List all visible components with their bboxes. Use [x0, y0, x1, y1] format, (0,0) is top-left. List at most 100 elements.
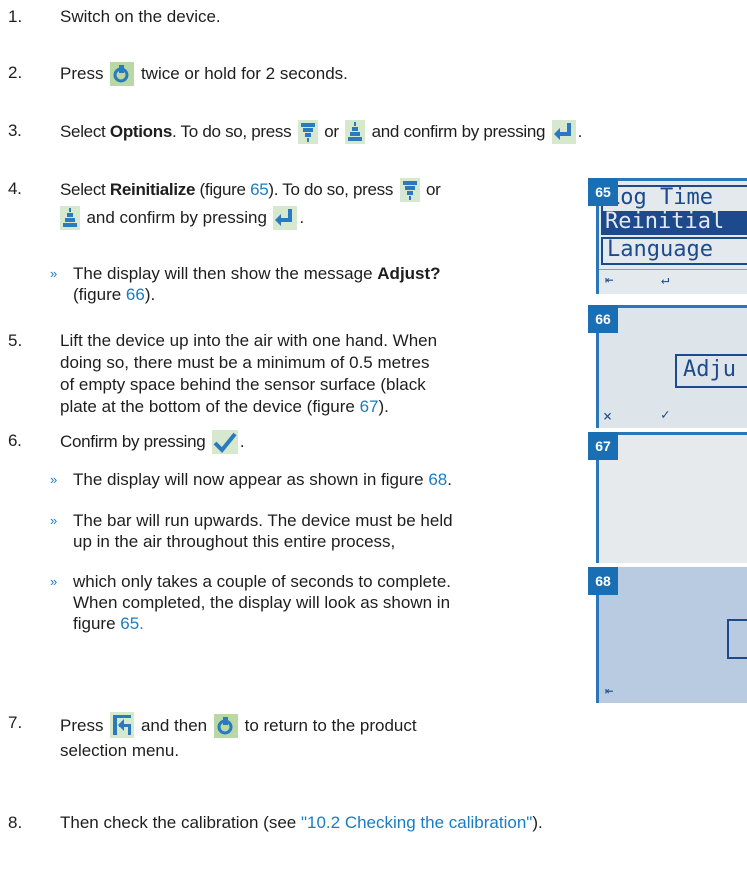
- step-number: 5.: [8, 331, 23, 350]
- back-icon: ⇤: [605, 683, 614, 699]
- figure-link[interactable]: 66: [126, 285, 145, 304]
- figure-link[interactable]: 65: [250, 180, 269, 199]
- bullet-text: which only takes a couple of seconds to …: [73, 572, 451, 591]
- step-number: 7.: [8, 713, 23, 732]
- step-text-line: Then check the calibration (see "10.2 Ch…: [60, 812, 543, 833]
- step-text: (figure: [199, 180, 246, 199]
- arrow-up-icon: [60, 206, 80, 235]
- bullet-text: .: [447, 470, 452, 489]
- bullet-text: figure: [73, 614, 116, 633]
- step-number: 1.: [8, 7, 23, 26]
- step-number: 3.: [8, 121, 22, 140]
- bullet-text: up in the air throughout this entire pro…: [73, 532, 396, 551]
- lcd-screen: [596, 432, 747, 563]
- bullet-mark: »: [50, 574, 58, 589]
- step-number: 8.: [8, 813, 23, 832]
- step-text: Select: [60, 122, 106, 141]
- power-circle-icon: [110, 62, 135, 91]
- step-text: to return to the product: [244, 716, 417, 735]
- step-text: . To do so, press: [172, 122, 292, 141]
- arrow-down-icon: [399, 178, 420, 207]
- step-text: Confirm by pressing: [60, 432, 206, 451]
- step-text-line: Select Reinitialize (figure 65). To do s…: [60, 178, 441, 207]
- figure-link[interactable]: 65.: [120, 614, 144, 633]
- lcd-message-box: Adju: [675, 354, 747, 388]
- step-text: .: [239, 432, 245, 451]
- message-name: Adjust?: [377, 264, 441, 283]
- lcd-menu-text: Log Time: [607, 185, 713, 210]
- bullet-text-line: (figure 66).: [73, 284, 155, 305]
- step-number: 6.: [8, 431, 22, 450]
- step-text: Press: [60, 64, 104, 83]
- step-text: selection menu.: [60, 741, 180, 760]
- step-text-line: Press and then to return to the product: [60, 712, 417, 743]
- step-text: of empty space behind the sensor surface…: [60, 375, 426, 394]
- step-text: twice or hold for 2 seconds.: [140, 64, 348, 83]
- option-name: Options: [109, 122, 173, 141]
- step-text-line: Confirm by pressing .: [60, 430, 245, 459]
- power-circle-icon: [213, 714, 238, 743]
- step-number: 2.: [8, 63, 23, 82]
- figure-68: 68 ⇤: [588, 567, 747, 703]
- step-text: ). To do so, press: [268, 180, 394, 199]
- section-link[interactable]: "10.2 Checking the calibration": [301, 813, 532, 832]
- lcd-message-text: Adju: [683, 357, 736, 382]
- step-text: doing so, there must be a minimum of 0.5…: [60, 353, 430, 372]
- figure-67: 67: [588, 432, 747, 563]
- figure-label: 68: [588, 567, 618, 595]
- option-name: Reinitialize: [109, 180, 196, 199]
- figure-label: 66: [588, 305, 618, 333]
- enter-icon: ↵: [661, 272, 670, 288]
- bullet-mark: »: [50, 513, 58, 528]
- lcd-menu-text: Language: [607, 237, 713, 262]
- bullet-text: The display will then show the message: [73, 264, 373, 283]
- step-text: or: [324, 122, 339, 141]
- bullet-text: The bar will run upwards. The device mus…: [73, 511, 453, 530]
- step-text: plate at the bottom of the device (figur…: [60, 397, 355, 416]
- lcd-screen: ⇤: [596, 567, 747, 703]
- arrow-down-icon: [297, 120, 318, 149]
- figure-label: 67: [588, 432, 618, 460]
- bullet-text-line: The display will now appear as shown in …: [73, 469, 452, 490]
- figure-label: 65: [588, 178, 618, 206]
- bullet-text: When completed, the display will look as…: [73, 593, 451, 612]
- lcd-screen: Log Time Reinitial Language ⇤ ↵: [596, 178, 747, 294]
- step-text: and then: [140, 716, 208, 735]
- step-text: Select: [60, 180, 106, 199]
- step-number: 4.: [8, 179, 22, 198]
- step-text-line: Press twice or hold for 2 seconds.: [60, 62, 348, 91]
- step-text: .: [299, 208, 304, 227]
- step-text: and confirm by pressing: [371, 122, 546, 141]
- step-text: Switch on the device.: [60, 7, 221, 26]
- checkmark-icon: [211, 430, 238, 459]
- back-icon: [110, 712, 135, 743]
- step-text: Then check the calibration (see: [60, 813, 297, 832]
- bullet-mark: »: [50, 266, 58, 281]
- step-text: and confirm by pressing: [86, 208, 267, 227]
- arrow-up-icon: [345, 120, 366, 149]
- step-text-line: plate at the bottom of the device (figur…: [60, 396, 389, 417]
- step-text-line: and confirm by pressing .: [60, 206, 304, 235]
- lcd-menu-text: Reinitial: [605, 209, 725, 234]
- figure-66: 66 Adju × ✓: [588, 305, 747, 428]
- lcd-softkey-bar: ⇤ ↵: [599, 269, 747, 294]
- figure-link[interactable]: 67: [360, 397, 379, 416]
- lcd-screen: Adju × ✓: [596, 305, 747, 428]
- step-text: .: [577, 122, 583, 141]
- cancel-icon: ×: [603, 407, 613, 425]
- figure-65: 65 Log Time Reinitial Language ⇤ ↵: [588, 178, 747, 294]
- step-text: ).: [378, 397, 389, 416]
- step-text: or: [425, 180, 441, 199]
- figure-link[interactable]: 68: [428, 470, 447, 489]
- bullet-text: (figure: [73, 285, 122, 304]
- step-text-line: Select Options. To do so, press or and c…: [60, 120, 582, 149]
- step-text: Lift the device up into the air with one…: [60, 331, 438, 350]
- lcd-softkey-bar: × ✓: [599, 406, 747, 428]
- lcd-progress-frame: [727, 619, 747, 659]
- bullet-text-line: The display will then show the message A…: [73, 263, 441, 284]
- bullet-text-line: figure 65.: [73, 613, 144, 634]
- checkmark-icon: ✓: [661, 407, 670, 423]
- bullet-text: The display will now appear as shown in …: [73, 470, 424, 489]
- back-icon: ⇤: [605, 272, 614, 288]
- enter-icon: [273, 206, 298, 235]
